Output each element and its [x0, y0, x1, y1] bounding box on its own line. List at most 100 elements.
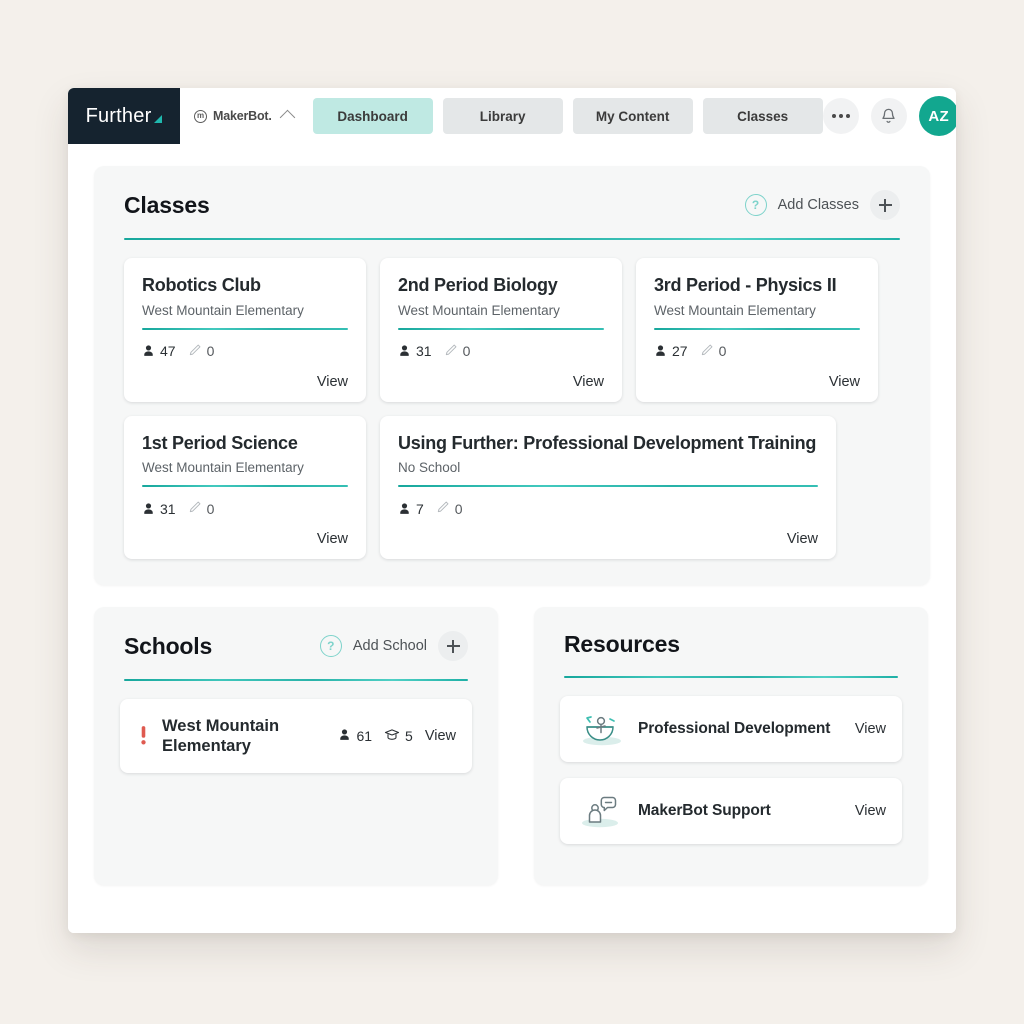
resource-label: Professional Development	[638, 720, 831, 737]
class-stats: 47 0	[142, 343, 348, 360]
pencil-icon	[188, 500, 202, 517]
person-icon	[398, 502, 411, 516]
tab-library[interactable]: Library	[442, 98, 563, 134]
card-divider	[398, 327, 604, 330]
class-stats: 31 0	[398, 343, 604, 360]
nav-tabs: Dashboard Library My Content Classes	[312, 98, 823, 134]
person-icon	[142, 502, 155, 516]
classes-panel-header: Classes ? Add Classes	[94, 166, 930, 220]
bell-icon	[882, 108, 895, 123]
class-name: 2nd Period Biology	[398, 275, 558, 295]
class-card[interactable]: 2nd Period Biology West Mountain Element…	[380, 258, 622, 402]
schools-list: West Mountain Elementary 61 5 View	[94, 681, 498, 773]
card-divider	[142, 327, 348, 330]
students-stat: 31	[398, 343, 432, 359]
list-item[interactable]: Professional Development View	[560, 696, 902, 762]
more-options-button[interactable]	[822, 98, 859, 134]
view-link[interactable]: View	[829, 360, 860, 390]
assignments-count: 0	[454, 500, 463, 517]
assignments-count: 0	[206, 500, 215, 517]
teachers-stat: 5	[384, 728, 413, 745]
help-icon[interactable]: ?	[319, 635, 342, 657]
assignments-count: 0	[718, 343, 727, 359]
further-logo-text: Further	[85, 104, 152, 127]
students-stat: 47	[142, 343, 176, 359]
resources-panel: Resources Professional Development View …	[534, 607, 928, 885]
alert-icon	[136, 723, 150, 749]
view-link[interactable]: View	[855, 803, 886, 819]
view-link[interactable]: View	[855, 721, 886, 737]
tab-dashboard[interactable]: Dashboard	[312, 98, 433, 134]
list-item[interactable]: West Mountain Elementary 61 5 View	[120, 699, 472, 773]
bottom-row: Schools ? Add School West Mountain Eleme…	[94, 607, 930, 885]
students-stat: 31	[142, 501, 176, 517]
pencil-icon	[436, 500, 450, 517]
view-link[interactable]: View	[317, 517, 348, 547]
classes-grid: Robotics Club West Mountain Elementary 4…	[94, 240, 930, 585]
resource-label: MakerBot Support	[638, 802, 771, 819]
schools-title: Schools	[124, 632, 213, 659]
app-window: Further m MakerBot. Dashboard Library My…	[68, 88, 956, 933]
card-divider	[398, 485, 818, 487]
assignments-count: 0	[462, 343, 471, 359]
class-card[interactable]: Robotics Club West Mountain Elementary 4…	[124, 258, 366, 402]
class-card[interactable]: 1st Period Science West Mountain Element…	[124, 415, 366, 559]
students-stat: 27	[654, 343, 688, 359]
view-link[interactable]: View	[425, 728, 456, 744]
add-classes-button[interactable]	[870, 190, 900, 220]
person-icon	[338, 728, 351, 745]
assignments-stat: 0	[188, 500, 215, 517]
students-count: 31	[160, 500, 176, 517]
classes-panel-actions: ? Add Classes	[744, 190, 900, 220]
person-icon	[398, 344, 411, 358]
class-stats: 27 0	[654, 343, 860, 360]
org-switcher[interactable]: m MakerBot.	[180, 88, 305, 144]
schools-panel-actions: ? Add School	[319, 631, 468, 661]
class-stats: 7 0	[398, 500, 818, 517]
view-link[interactable]: View	[573, 360, 604, 390]
pencil-icon	[444, 343, 458, 360]
students-count: 31	[416, 343, 432, 359]
add-school-label[interactable]: Add School	[353, 638, 427, 654]
students-count: 47	[160, 343, 176, 359]
schools-panel-header: Schools ? Add School	[94, 607, 498, 661]
class-name: 1st Period Science	[142, 432, 298, 453]
add-school-button[interactable]	[438, 631, 468, 661]
class-stats: 31 0	[142, 500, 348, 517]
resources-list: Professional Development View MakerBot S…	[534, 678, 928, 844]
person-icon	[142, 344, 155, 358]
help-icon[interactable]: ?	[744, 194, 767, 216]
view-link[interactable]: View	[787, 517, 818, 547]
class-school: West Mountain Elementary	[142, 302, 304, 318]
avatar[interactable]: AZ	[918, 96, 956, 136]
notifications-button[interactable]	[870, 98, 907, 134]
class-card[interactable]: 3rd Period - Physics II West Mountain El…	[636, 258, 878, 402]
professional-development-illustration-icon	[576, 708, 628, 750]
class-school: West Mountain Elementary	[654, 302, 816, 318]
chevron-up-icon[interactable]	[279, 109, 295, 126]
tab-classes[interactable]: Classes	[702, 98, 823, 134]
assignments-stat: 0	[188, 343, 215, 360]
further-logo[interactable]: Further	[68, 88, 180, 144]
support-chat-illustration-icon	[576, 790, 628, 832]
class-card[interactable]: Using Further: Professional Development …	[380, 415, 836, 559]
class-school: West Mountain Elementary	[142, 460, 304, 475]
tab-my-content[interactable]: My Content	[572, 98, 693, 134]
teachers-count: 5	[405, 728, 413, 744]
add-classes-label[interactable]: Add Classes	[778, 197, 859, 213]
class-school: No School	[398, 460, 461, 475]
list-item[interactable]: MakerBot Support View	[560, 778, 902, 844]
assignments-count: 0	[206, 343, 215, 359]
card-divider	[142, 485, 348, 487]
person-icon	[654, 344, 667, 358]
assignments-stat: 0	[436, 500, 463, 517]
view-link[interactable]: View	[317, 360, 348, 390]
class-name: 3rd Period - Physics II	[654, 275, 837, 295]
students-count: 61	[356, 728, 373, 744]
class-name: Using Further: Professional Development …	[398, 432, 817, 453]
pencil-icon	[700, 343, 714, 360]
top-navigation-bar: Further m MakerBot. Dashboard Library My…	[68, 88, 956, 144]
students-count: 7	[416, 500, 424, 517]
schools-panel: Schools ? Add School West Mountain Eleme…	[94, 607, 498, 885]
school-stats: 61 5 View	[338, 728, 456, 745]
